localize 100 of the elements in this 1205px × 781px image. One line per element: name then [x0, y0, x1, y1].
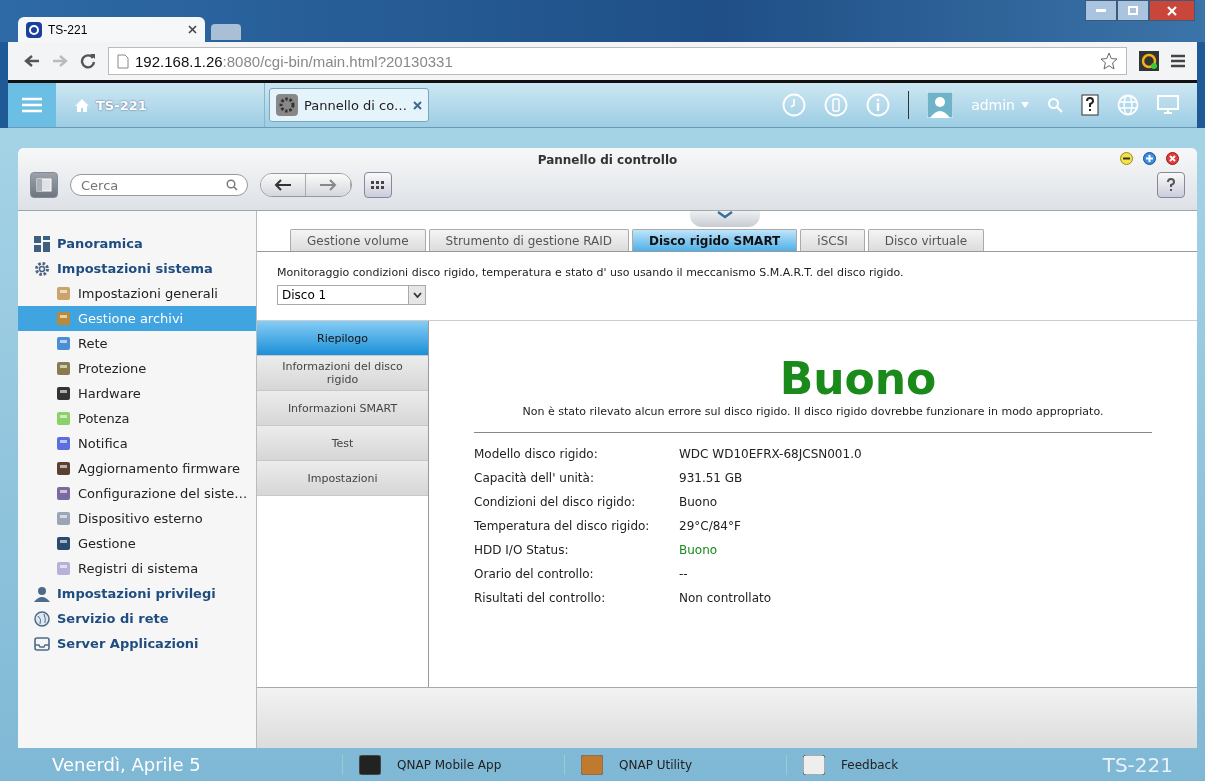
- tab[interactable]: Strumento di gestione RAID: [428, 229, 630, 251]
- detail-label: Risultati del controllo:: [474, 591, 607, 605]
- url-host: 192.168.1.26: [135, 52, 223, 70]
- tile-icon: [56, 411, 71, 426]
- tile-icon: [56, 386, 71, 401]
- minimize-icon: [1096, 9, 1106, 12]
- home-icon: [74, 97, 90, 113]
- app-tile-icon: [581, 754, 603, 775]
- app-tab[interactable]: Pannello di co…: [269, 88, 430, 122]
- globe-icon: [34, 610, 50, 627]
- detail-label: HDD I/O Status:: [474, 543, 570, 557]
- status-message: Non è stato rilevato alcun errore sul disco rigido. Il disco rigido dovrebbe funzionare in modo appropriato.: [474, 405, 1152, 433]
- desktop-shortcut[interactable]: QNAP Mobile App: [342, 754, 564, 775]
- sidebar-item[interactable]: Impostazioni privilegi: [18, 581, 256, 606]
- back-icon: [274, 179, 292, 191]
- logo-text: TS-221: [1102, 752, 1173, 777]
- sidebar-item[interactable]: Notifica: [18, 431, 256, 456]
- detail-label: Condizioni del disco rigido:: [474, 495, 637, 509]
- maximize-icon[interactable]: [1143, 152, 1156, 165]
- subnav-item[interactable]: Informazioni del disco rigido: [257, 356, 428, 391]
- sidebar-item[interactable]: Potenza: [18, 406, 256, 431]
- sidebar-item[interactable]: Impostazioni sistema: [18, 256, 256, 281]
- sidebar-item[interactable]: Servizio di rete: [18, 606, 256, 631]
- panel-icon: [36, 178, 52, 192]
- sidebar-item[interactable]: Dispositivo esterno: [18, 506, 256, 531]
- gear-icon: [276, 94, 298, 116]
- minimize-button[interactable]: [1085, 0, 1117, 21]
- back-icon[interactable]: [24, 54, 40, 68]
- detail-value: 29°C/84°F: [679, 519, 742, 533]
- help-icon: [1166, 178, 1176, 192]
- sidebar-item[interactable]: Configurazione del siste…: [18, 481, 256, 506]
- detail-label: Orario del controllo:: [474, 567, 595, 581]
- help-button[interactable]: [1157, 172, 1185, 198]
- tray-icon: [34, 635, 50, 652]
- subnav-item[interactable]: Test: [257, 426, 428, 461]
- desktop-shortcut[interactable]: Feedback: [786, 754, 1008, 775]
- back-button[interactable]: [261, 174, 306, 196]
- detail-value: --: [679, 567, 689, 581]
- tile-icon: [56, 336, 71, 351]
- detail-label: Modello disco rigido:: [474, 447, 599, 461]
- apps-button[interactable]: [364, 172, 392, 198]
- reload-icon[interactable]: [80, 53, 96, 69]
- tile-icon: [56, 461, 71, 476]
- search-field[interactable]: Cerca: [70, 174, 248, 196]
- sidebar-item[interactable]: Protezione: [18, 356, 256, 381]
- chevron-icon: [716, 211, 734, 219]
- window-title: Pannello di controllo: [537, 153, 678, 167]
- close-icon[interactable]: [413, 100, 423, 110]
- star-icon[interactable]: [1100, 52, 1118, 70]
- sidebar-item[interactable]: Hardware: [18, 381, 256, 406]
- tile-icon: [56, 436, 71, 451]
- detail-value: Buono: [679, 495, 719, 509]
- collapse-handle[interactable]: [690, 211, 760, 227]
- detail-value: 931.51 GB: [679, 471, 744, 485]
- help-icon[interactable]: [1081, 94, 1099, 116]
- navigation-buttons[interactable]: [260, 173, 352, 197]
- url-path: :8080/cgi-bin/main.html?20130331: [222, 52, 453, 70]
- subnav-item[interactable]: Impostazioni: [257, 461, 428, 496]
- disk-select[interactable]: Disco 1: [277, 285, 426, 305]
- status-headline: Buono: [778, 355, 938, 403]
- desktop-shortcut[interactable]: QNAP Utility: [564, 754, 786, 775]
- tab[interactable]: Gestione volume: [290, 229, 426, 251]
- tab[interactable]: iSCSI: [800, 229, 865, 251]
- close-icon[interactable]: [1166, 152, 1179, 165]
- subnav-item[interactable]: Informazioni SMART: [257, 391, 428, 426]
- detail-value: Buono: [679, 543, 719, 557]
- minimize-icon[interactable]: [1120, 152, 1133, 165]
- tile-icon: [56, 311, 71, 326]
- sidebar-toggle-button[interactable]: [30, 172, 58, 198]
- app-logo-icon: [26, 21, 42, 38]
- date-text: Venerdì, Aprile 5: [51, 754, 202, 775]
- person-icon: [34, 585, 50, 602]
- tab[interactable]: Disco rigido SMART: [632, 229, 798, 251]
- sidebar-item[interactable]: Rete: [18, 331, 256, 356]
- detail-label: Capacità dell' unità:: [474, 471, 595, 485]
- close-icon[interactable]: [188, 25, 197, 34]
- sidebar-item[interactable]: Gestione: [18, 531, 256, 556]
- maximize-button[interactable]: [1117, 0, 1149, 21]
- extension-icon[interactable]: [1139, 51, 1159, 71]
- tile-icon: [56, 486, 71, 501]
- app-tile-icon: [359, 754, 381, 775]
- menu-icon[interactable]: [1171, 54, 1185, 68]
- tab[interactable]: Disco virtuale: [867, 229, 985, 251]
- detail-value: Non controllato: [679, 591, 773, 605]
- sidebar-item[interactable]: Server Applicazioni: [18, 631, 256, 656]
- app-tile-icon: [803, 754, 825, 775]
- sidebar-item[interactable]: Impostazioni generali: [18, 281, 256, 306]
- address-field[interactable]: 192.168.1.26:8080/cgi-bin/main.html?20130331: [108, 47, 1127, 75]
- subnav-item[interactable]: Riepilogo: [257, 321, 428, 356]
- sidebar-item[interactable]: Panoramica: [18, 231, 256, 256]
- tile-icon: [56, 511, 71, 526]
- maximize-icon: [1128, 6, 1138, 15]
- sidebar-item[interactable]: Aggiornamento firmware: [18, 456, 256, 481]
- close-button[interactable]: [1149, 0, 1195, 21]
- description: Monitoraggio condizioni disco rigido, temperatura e stato d' uso usando il meccanismo S.M.A.R.T. del disco rigido.: [276, 265, 905, 279]
- browser-tab[interactable]: TS-221: [18, 17, 205, 42]
- tile-icon: [56, 536, 71, 551]
- forward-icon: [319, 179, 337, 191]
- sidebar-item[interactable]: Registri di sistema: [18, 556, 256, 581]
- detail-value: WDC WD10EFRX-68JCSN001.0: [679, 447, 863, 461]
